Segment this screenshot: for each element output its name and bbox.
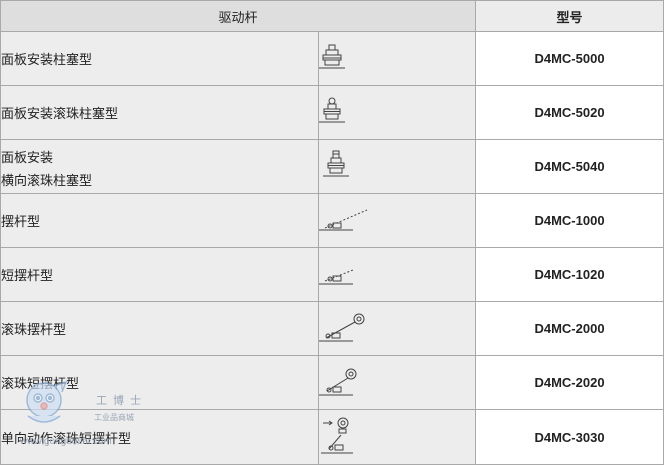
panel-cross-ball-plunger-icon	[323, 150, 349, 176]
actuator-drawing-cell	[317, 31, 477, 86]
actuator-name: 滚珠摆杆型	[0, 301, 319, 356]
actuator-name-text: 面板安装柱塞型	[1, 52, 93, 67]
model-code: D4MC-1020	[475, 247, 664, 302]
actuator-name-text: 滚珠短摆杆型	[1, 376, 80, 391]
roller-lever-icon	[319, 313, 365, 341]
short-hinge-lever-icon	[319, 269, 354, 284]
actuator-name: 摆杆型	[0, 193, 319, 248]
model-code: D4MC-5040	[475, 139, 664, 194]
actuator-name-line: 面板安装	[1, 150, 54, 165]
panel-plunger-icon	[319, 44, 345, 68]
model-code: D4MC-2000	[475, 301, 664, 356]
actuator-name: 面板安装 横向滚珠柱塞型	[0, 139, 319, 194]
actuator-name: 面板安装滚珠柱塞型	[0, 85, 319, 140]
actuator-drawing-cell	[317, 193, 477, 248]
actuator-drawing-cell	[317, 139, 477, 194]
actuator-name-line: 横向滚珠柱塞型	[1, 173, 93, 188]
actuator-drawing-cell	[317, 247, 477, 302]
short-roller-lever-icon	[319, 368, 357, 395]
actuator-name-text: 面板安装滚珠柱塞型	[1, 106, 119, 121]
panel-ball-plunger-icon	[319, 97, 345, 122]
one-way-roller-lever-icon	[321, 417, 353, 454]
model-code: D4MC-5000	[475, 31, 664, 86]
actuator-drawing-cell	[317, 409, 477, 465]
actuator-name-text: 短摆杆型	[1, 268, 54, 283]
model-code: D4MC-2020	[475, 355, 664, 410]
actuator-drawing-cell	[317, 85, 477, 140]
actuator-name: 单向动作滚珠短摆杆型	[0, 409, 319, 465]
actuator-drawing-cell	[317, 301, 477, 356]
table-row: 面板安装柱塞型 D4MC-5000	[0, 31, 664, 86]
model-code: D4MC-3030	[475, 409, 664, 465]
actuator-name: 短摆杆型	[0, 247, 319, 302]
actuator-spec-table: 驱动杆 型号 面板安装柱塞型 D4MC-5000 面板安装滚珠柱塞型 D4MC-…	[0, 0, 664, 465]
actuator-name: 面板安装柱塞型	[0, 31, 319, 86]
actuator-drawing-cell	[317, 355, 477, 410]
actuator-name: 滚珠短摆杆型	[0, 355, 319, 410]
header-actuator: 驱动杆	[0, 0, 477, 32]
table-row: 面板安装滚珠柱塞型 D4MC-5020	[0, 85, 664, 140]
table-row: 短摆杆型 D4MC-1020	[0, 247, 664, 302]
table-row: 滚珠摆杆型 D4MC-2000	[0, 301, 664, 356]
table-row: 滚珠短摆杆型 D4MC-2020	[0, 355, 664, 410]
actuator-name-text: 滚珠摆杆型	[1, 322, 67, 337]
table-row: 面板安装 横向滚珠柱塞型 D4MC-5040	[0, 139, 664, 194]
hinge-lever-icon	[319, 209, 368, 230]
actuator-name-text: 摆杆型	[1, 214, 41, 229]
model-code: D4MC-5020	[475, 85, 664, 140]
table-row: 单向动作滚珠短摆杆型 D4MC-3030	[0, 409, 664, 465]
model-code: D4MC-1000	[475, 193, 664, 248]
header-row: 驱动杆 型号	[0, 0, 664, 32]
header-model: 型号	[475, 0, 664, 32]
actuator-name-text: 单向动作滚珠短摆杆型	[1, 430, 132, 446]
table-row: 摆杆型 D4MC-1000	[0, 193, 664, 248]
